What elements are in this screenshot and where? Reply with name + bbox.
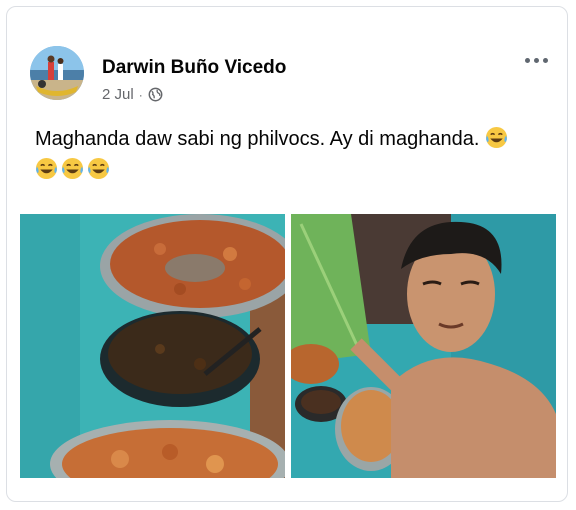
post-text: Maghanda daw sabi ng philvocs. Ay di mag… (35, 128, 480, 150)
photo-food-pots[interactable] (20, 214, 285, 478)
post-date[interactable]: 2 Jul (102, 86, 134, 103)
laughing-tears-emoji (35, 157, 58, 180)
author-name[interactable]: Darwin Buño Vicedo (102, 57, 286, 79)
post-text-block: Maghanda daw sabi ng philvocs. Ay di mag… (35, 124, 555, 186)
author-avatar[interactable] (30, 46, 84, 100)
meta-separator: · (138, 87, 143, 102)
laughing-tears-emoji (61, 157, 84, 180)
photo-selfie-with-food[interactable] (291, 214, 556, 478)
globe-icon[interactable] (148, 87, 163, 102)
laughing-tears-emoji (485, 126, 508, 149)
laughing-tears-emoji (87, 157, 110, 180)
post-meta: 2 Jul · (102, 86, 163, 103)
more-options-icon[interactable] (522, 52, 550, 68)
